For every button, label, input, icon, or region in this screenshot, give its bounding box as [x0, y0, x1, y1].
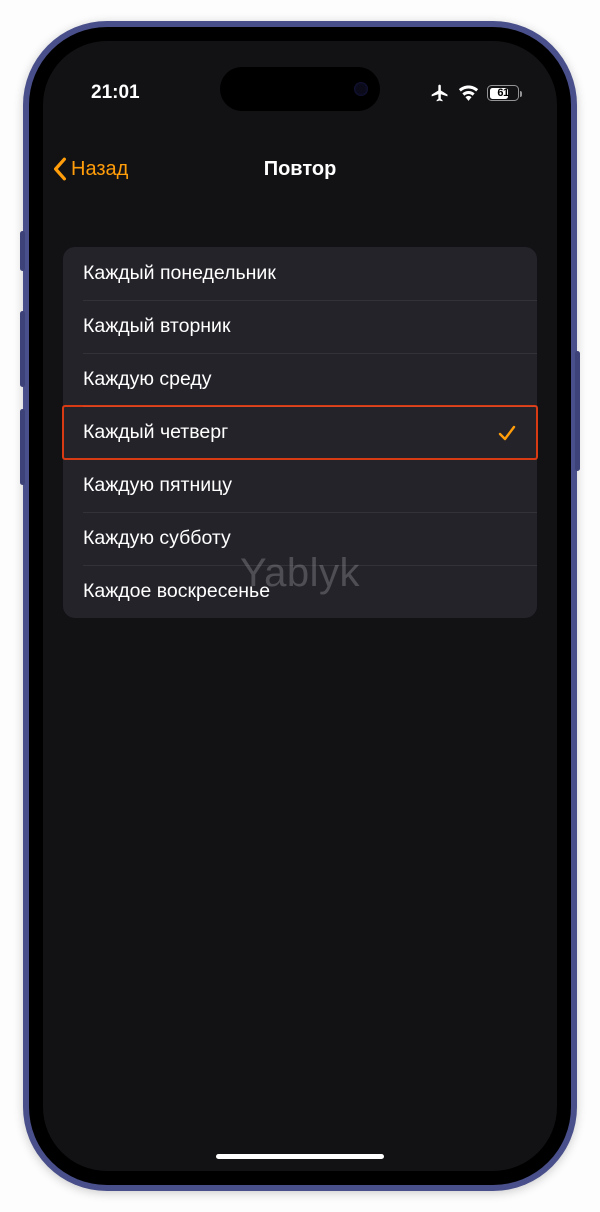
repeat-day-thursday[interactable]: Каждый четверг: [63, 406, 537, 459]
battery-percentage: 61: [497, 87, 508, 99]
repeat-day-tuesday[interactable]: Каждый вторник: [63, 300, 537, 353]
repeat-day-saturday[interactable]: Каждую субботу: [63, 512, 537, 565]
volume-down-button: [20, 409, 25, 485]
silent-switch: [20, 231, 25, 271]
list-item-label: Каждый четверг: [83, 421, 228, 444]
home-indicator[interactable]: [216, 1154, 384, 1160]
list-item-label: Каждую пятницу: [83, 474, 232, 497]
repeat-day-wednesday[interactable]: Каждую среду: [63, 353, 537, 406]
phone-frame: 21:01 61 Назад Повтор: [23, 21, 577, 1191]
repeat-day-sunday[interactable]: Каждое воскресенье: [63, 565, 537, 618]
airplane-mode-icon: [430, 83, 450, 103]
dynamic-island: [220, 67, 380, 111]
back-label: Назад: [71, 158, 128, 181]
navigation-bar: Назад Повтор: [43, 141, 557, 197]
status-icons: 61: [430, 83, 519, 103]
page-title: Повтор: [264, 158, 337, 181]
wifi-icon: [458, 85, 479, 101]
chevron-left-icon: [53, 157, 67, 181]
checkmark-icon: [497, 423, 517, 443]
phone-bezel: 21:01 61 Назад Повтор: [29, 27, 571, 1185]
volume-up-button: [20, 311, 25, 387]
list-item-label: Каждый понедельник: [83, 262, 276, 285]
repeat-days-list: Каждый понедельник Каждый вторник Каждую…: [63, 247, 537, 618]
list-item-label: Каждую субботу: [83, 527, 231, 550]
list-item-label: Каждую среду: [83, 368, 212, 391]
back-button[interactable]: Назад: [53, 157, 128, 181]
power-button: [575, 351, 580, 471]
screen: 21:01 61 Назад Повтор: [43, 41, 557, 1171]
list-item-label: Каждое воскресенье: [83, 580, 270, 603]
repeat-day-monday[interactable]: Каждый понедельник: [63, 247, 537, 300]
repeat-day-friday[interactable]: Каждую пятницу: [63, 459, 537, 512]
status-time: 21:01: [91, 82, 140, 104]
battery-indicator: 61: [487, 85, 519, 101]
list-item-label: Каждый вторник: [83, 315, 230, 338]
